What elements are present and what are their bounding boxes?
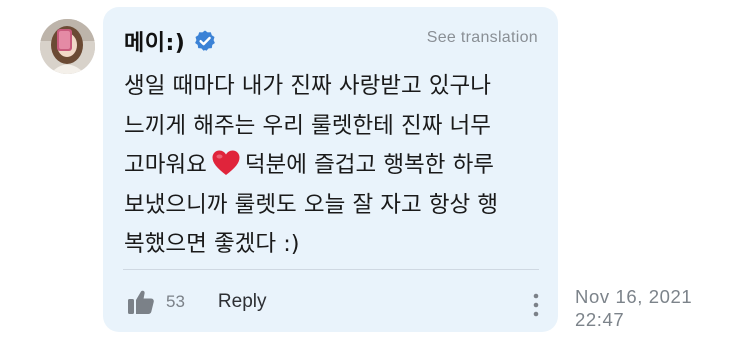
vertical-dots-icon[interactable] (531, 292, 541, 318)
author-name[interactable]: 메이:) (124, 25, 185, 57)
thumbs-up-icon[interactable] (127, 289, 155, 315)
author-row: 메이:) (124, 25, 217, 57)
like-count: 53 (166, 292, 185, 311)
avatar-photo (40, 19, 95, 74)
divider (123, 269, 539, 270)
red-heart-emoji (212, 150, 240, 175)
comment-timestamp: Nov 16, 2021 22:47 (575, 285, 692, 331)
timestamp-time: 22:47 (575, 309, 625, 330)
comment-text: 생일 때마다 내가 진짜 사랑받고 있구나 느끼게 해주는 우리 룰렛한테 진짜… (124, 67, 544, 265)
author-avatar[interactable] (40, 19, 95, 74)
comment-actions: 53 Reply (127, 287, 267, 317)
verified-badge-icon (195, 30, 216, 51)
timestamp-date: Nov 16, 2021 (575, 286, 693, 307)
comment-bubble: 메이:) See translation 생일 때마다 내가 진짜 사랑받고 있… (103, 7, 558, 332)
reply-button[interactable]: Reply (218, 291, 267, 313)
see-translation-link[interactable]: See translation (427, 29, 538, 47)
